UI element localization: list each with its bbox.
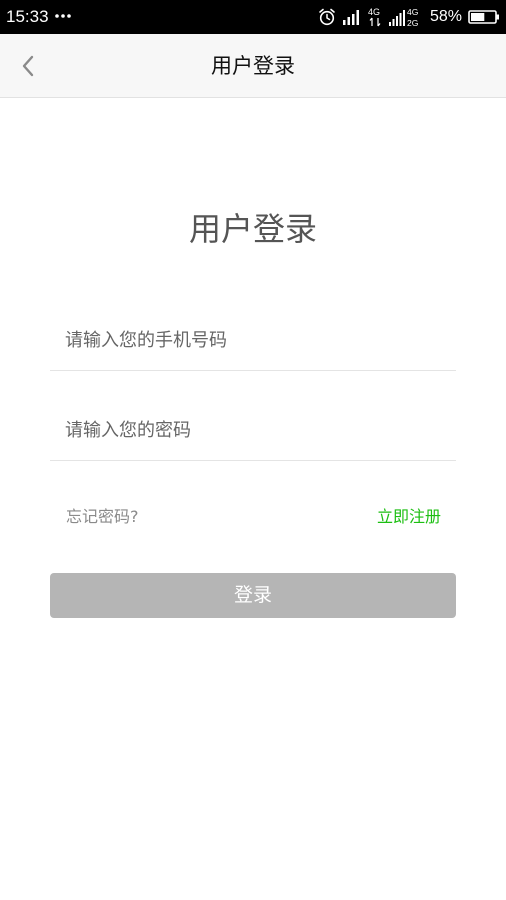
svg-text:4G: 4G [407,7,418,17]
phone-input[interactable] [65,310,445,370]
network-4g-icon: 4G [368,7,381,27]
signal-icon [342,10,359,25]
login-button[interactable]: 登录 [50,573,456,618]
page-title: 用户登录 [188,210,317,248]
nav-title: 用户登录 [211,54,295,78]
battery-percent: 58% [429,8,462,25]
phone-field [50,310,456,371]
battery-icon [468,10,499,24]
password-field [50,400,456,461]
signal-icon-2: 4G 2G [388,7,418,28]
more-dots-icon [55,14,71,18]
password-input[interactable] [65,400,445,460]
register-link[interactable]: 立即注册 [377,506,441,528]
status-time: 15:33 [6,7,49,26]
alarm-icon [319,8,335,26]
svg-text:4G: 4G [368,7,380,17]
navigation-bar: 用户登录 [0,34,506,98]
status-bar: 15:33 4G 4G 2G 58% [0,0,506,34]
svg-text:2G: 2G [407,18,418,28]
forgot-password-link[interactable]: 忘记密码? [66,506,139,528]
status-indicators: 4G 4G 2G 58% [318,5,500,29]
